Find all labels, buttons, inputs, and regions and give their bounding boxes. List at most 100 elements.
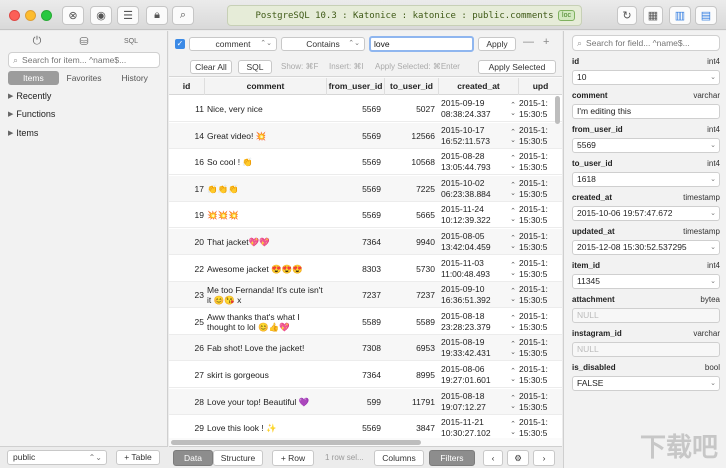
date-stepper-icon[interactable]: ⌃ ⌄: [509, 309, 517, 335]
field-value-input[interactable]: 5569 ⌄: [572, 138, 720, 153]
table-row[interactable]: 11 Nice, very nice 5569 5027 2015-09-19 08:38…: [169, 96, 562, 122]
chevron-down-icon[interactable]: ⌄: [710, 173, 716, 186]
database-icon[interactable]: ⛁: [77, 34, 91, 48]
cell-to-user-id[interactable]: 12566: [385, 123, 437, 149]
cell-id[interactable]: 23: [169, 282, 205, 308]
horizontal-scroll-thumb[interactable]: [171, 440, 421, 445]
cell-to-user-id[interactable]: 9940: [385, 229, 437, 255]
cell-updated-at[interactable]: 2015-1: 15:30:5: [519, 176, 562, 202]
connection-info[interactable]: PostgreSQL 10.3 : Katonice : katonice : …: [227, 5, 582, 26]
cell-to-user-id[interactable]: 8995: [385, 362, 437, 388]
filter-column-select[interactable]: comment ⌃⌄: [189, 37, 277, 51]
cell-to-user-id[interactable]: 7237: [385, 282, 437, 308]
toggle-right-pane-button[interactable]: ▤: [695, 6, 717, 25]
date-stepper-icon[interactable]: ⌃ ⌄: [509, 282, 517, 308]
date-stepper-icon[interactable]: ⌃ ⌄: [509, 415, 517, 438]
column-header-created-at[interactable]: created_at: [439, 78, 519, 95]
cell-updated-at[interactable]: 2015-1: 15:30:5: [519, 229, 562, 255]
table-row[interactable]: 27 skirt is gorgeous 7364 8995 2015-08-06 19:…: [169, 362, 562, 388]
data-grid[interactable]: id comment from_user_id to_user_id creat…: [169, 78, 562, 438]
add-filter-icon[interactable]: +: [543, 36, 549, 48]
grid-view-button[interactable]: ▦: [643, 6, 663, 25]
chevron-down-icon[interactable]: ⌄: [710, 275, 716, 288]
preview-button[interactable]: ◉: [90, 6, 112, 25]
cell-updated-at[interactable]: 2015-1: 15:30:5: [519, 415, 562, 438]
cell-updated-at[interactable]: 2015-1: 15:30:5: [519, 123, 562, 149]
close-connection-button[interactable]: ⊗: [62, 6, 84, 25]
cell-comment[interactable]: That jacket💖💖: [207, 229, 327, 255]
cell-updated-at[interactable]: 2015-1: 15:30:5: [519, 256, 562, 282]
field-value-input[interactable]: FALSE ⌄: [572, 376, 720, 391]
cell-from-user-id[interactable]: 599: [327, 389, 385, 415]
settings-button[interactable]: ⚙: [507, 450, 529, 466]
chevron-down-icon[interactable]: ⌄: [710, 241, 716, 254]
cell-from-user-id[interactable]: 5569: [327, 176, 385, 202]
field-value-input[interactable]: NULL: [572, 308, 720, 323]
table-row[interactable]: 14 Great video! 💥 5569 12566 2015-10-17 16:52…: [169, 122, 562, 149]
cell-created-at[interactable]: 2015-08-28 13:05:44.793: [441, 149, 507, 175]
cell-to-user-id[interactable]: 7225: [385, 176, 437, 202]
cell-from-user-id[interactable]: 7308: [327, 335, 385, 361]
date-stepper-icon[interactable]: ⌃ ⌄: [509, 96, 517, 122]
tab-history[interactable]: History: [109, 71, 160, 85]
tab-favorites[interactable]: Favorites: [59, 71, 110, 85]
cell-to-user-id[interactable]: 5589: [385, 309, 437, 335]
cell-comment[interactable]: 👏👏👏: [207, 176, 327, 202]
filter-value-input[interactable]: love: [369, 36, 474, 52]
cell-id[interactable]: 19: [169, 202, 205, 228]
cell-comment[interactable]: So cool ! 👏: [207, 149, 327, 175]
cell-id[interactable]: 20: [169, 229, 205, 255]
cell-id[interactable]: 14: [169, 123, 205, 149]
cell-to-user-id[interactable]: 3847: [385, 415, 437, 438]
cell-from-user-id[interactable]: 8303: [327, 256, 385, 282]
cell-from-user-id[interactable]: 7364: [327, 229, 385, 255]
chevron-down-icon[interactable]: ⌄: [710, 71, 716, 84]
cell-created-at[interactable]: 2015-08-05 13:42:04.459: [441, 229, 507, 255]
edit-list-button[interactable]: ☰: [117, 6, 139, 25]
remove-filter-icon[interactable]: —: [523, 36, 534, 48]
date-stepper-icon[interactable]: ⌃ ⌄: [509, 123, 517, 149]
plug-icon[interactable]: ⏻: [30, 34, 44, 48]
table-row[interactable]: 26 Fab shot! Love the jacket! 7308 6953 2015…: [169, 335, 562, 362]
cell-updated-at[interactable]: 2015-1: 15:30:5: [519, 335, 562, 361]
vertical-scrollbar[interactable]: [555, 96, 560, 124]
cell-created-at[interactable]: 2015-11-03 11:00:48.493: [441, 256, 507, 282]
chevron-down-icon[interactable]: ⌄: [710, 139, 716, 152]
cell-updated-at[interactable]: 2015-1: 15:30:5: [519, 362, 562, 388]
add-table-button[interactable]: + Table: [116, 450, 160, 465]
cell-created-at[interactable]: 2015-08-06 19:27:01.601: [441, 362, 507, 388]
cell-created-at[interactable]: 2015-09-10 16:36:51.392: [441, 282, 507, 308]
date-stepper-icon[interactable]: ⌃ ⌄: [509, 149, 517, 175]
column-header-from-user-id[interactable]: from_user_id: [327, 78, 385, 95]
sql-icon[interactable]: SQL: [124, 34, 138, 48]
horizontal-scrollbar[interactable]: [169, 438, 562, 446]
cell-to-user-id[interactable]: 5730: [385, 256, 437, 282]
field-search-input[interactable]: [586, 38, 712, 48]
date-stepper-icon[interactable]: ⌃ ⌄: [509, 229, 517, 255]
cell-from-user-id[interactable]: 7237: [327, 282, 385, 308]
toggle-left-pane-button[interactable]: ▥: [669, 6, 691, 25]
cell-from-user-id[interactable]: 5589: [327, 309, 385, 335]
cell-from-user-id[interactable]: 5569: [327, 202, 385, 228]
table-row[interactable]: 16 So cool ! 👏 5569 10568 2015-08-28 13:05:44…: [169, 149, 562, 176]
cell-created-at[interactable]: 2015-11-24 10:12:39.322: [441, 202, 507, 228]
field-value-input[interactable]: 2015-12-08 15:30:52.537295 ⌄: [572, 240, 720, 255]
table-row[interactable]: 22 Awesome jacket 😍😍😍 8303 5730 2015-11-03 11…: [169, 256, 562, 282]
clear-all-button[interactable]: Clear All: [190, 60, 232, 74]
data-tab-button[interactable]: Data: [173, 450, 213, 466]
next-page-button[interactable]: ›: [533, 450, 555, 466]
cell-created-at[interactable]: 2015-11-21 10:30:27.102: [441, 415, 507, 438]
table-row[interactable]: 20 That jacket💖💖 7364 9940 2015-08-05 13:42:0…: [169, 229, 562, 255]
date-stepper-icon[interactable]: ⌃ ⌄: [509, 362, 517, 388]
cell-id[interactable]: 11: [169, 96, 205, 122]
field-value-input[interactable]: 10 ⌄: [572, 70, 720, 85]
cell-created-at[interactable]: 2015-08-19 19:33:42.431: [441, 335, 507, 361]
filters-button[interactable]: Filters: [429, 450, 475, 466]
reload-button[interactable]: ↻: [617, 6, 637, 25]
cell-comment[interactable]: Love your top! Beautiful 💜: [207, 389, 327, 415]
tab-items[interactable]: Items: [8, 71, 59, 85]
cell-id[interactable]: 17: [169, 176, 205, 202]
cell-id[interactable]: 29: [169, 415, 205, 438]
date-stepper-icon[interactable]: ⌃ ⌄: [509, 202, 517, 228]
apply-selected-button[interactable]: Apply Selected: [478, 60, 556, 74]
